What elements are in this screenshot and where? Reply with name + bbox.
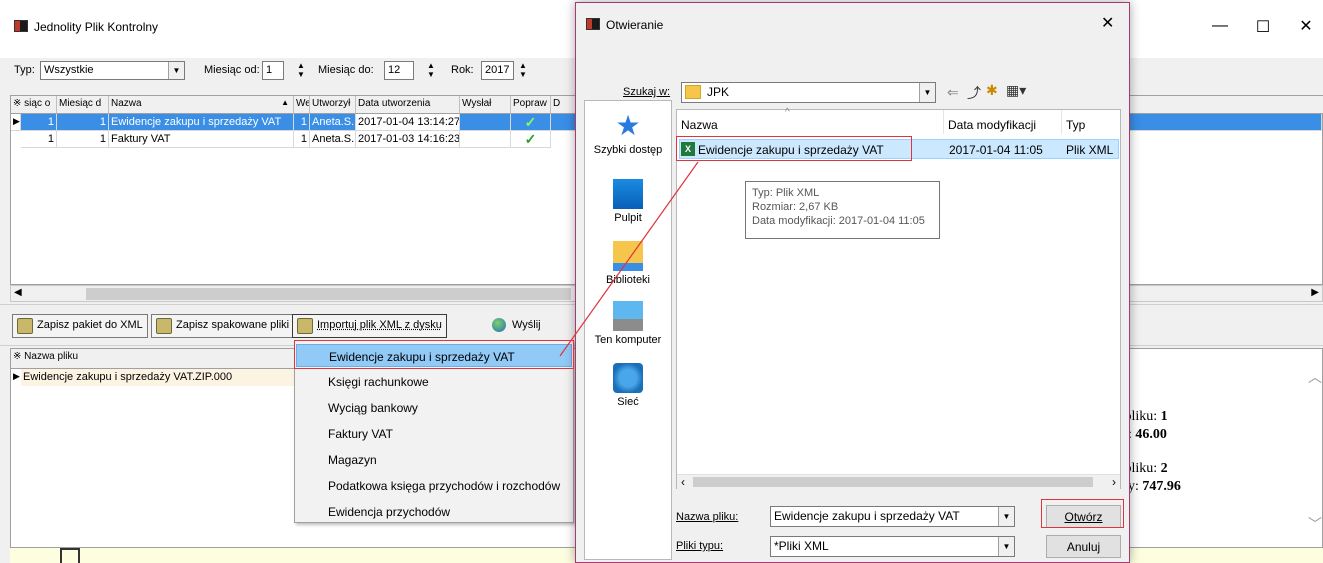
annotation-line [559,161,699,357]
